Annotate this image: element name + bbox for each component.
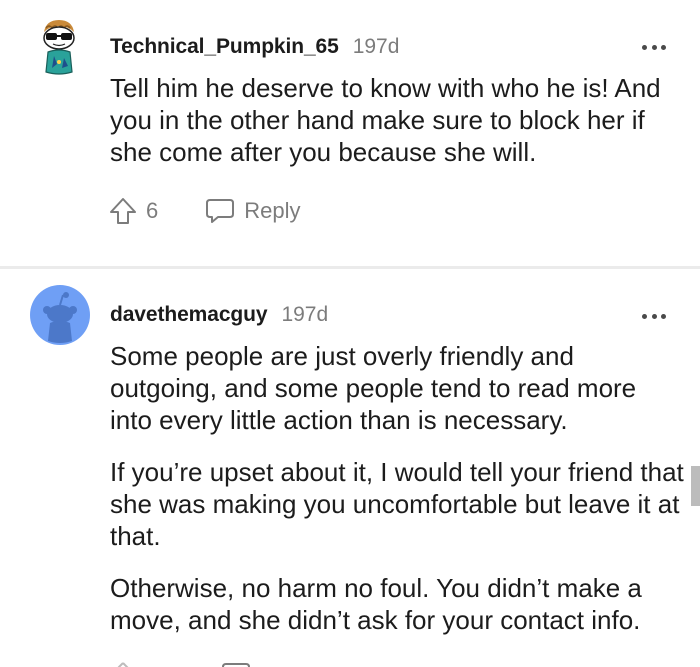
user-avatar[interactable] xyxy=(30,285,92,347)
comment: Technical_Pumpkin_65 197d Tell him he de… xyxy=(0,0,700,266)
username[interactable]: davethemacguy xyxy=(110,303,268,327)
upvote-arrow-icon[interactable] xyxy=(108,196,138,226)
scrollbar-thumb[interactable] xyxy=(691,466,700,506)
reply-button[interactable]: Reply xyxy=(204,196,301,226)
comment-body: Some people are just overly friendly and… xyxy=(110,340,685,656)
comment-paragraph: Some people are just overly friendly and… xyxy=(110,341,637,435)
reply-bubble-icon[interactable] xyxy=(220,660,252,667)
comment-age: 197d xyxy=(352,35,400,58)
snoo-default-avatar xyxy=(30,285,90,345)
comment-meta: Technical_Pumpkin_65 197d xyxy=(110,35,399,59)
comment-divider xyxy=(0,266,700,269)
comment-meta: davethemacguy 197d xyxy=(110,303,328,327)
more-options-icon[interactable] xyxy=(642,43,666,51)
upvote-control[interactable]: 6 xyxy=(108,196,158,226)
comment-thread: Technical_Pumpkin_65 197d Tell him he de… xyxy=(0,0,700,667)
comment-body: Tell him he deserve to know with who he … xyxy=(110,72,685,188)
snoo-sunglasses-avatar xyxy=(43,20,75,75)
comment-actions: 6 Reply xyxy=(108,196,301,226)
comment-age: 197d xyxy=(281,303,329,326)
reply-bubble-icon xyxy=(206,199,235,223)
upvote-arrow-icon[interactable] xyxy=(108,660,138,667)
username[interactable]: Technical_Pumpkin_65 xyxy=(110,35,339,59)
comment-paragraph: Tell him he deserve to know with who he … xyxy=(110,73,661,167)
more-options-icon[interactable] xyxy=(642,312,666,320)
comment-actions xyxy=(108,660,252,667)
comment-paragraph: If you’re upset about it, I would tell y… xyxy=(110,457,684,551)
comment-paragraph: Otherwise, no harm no foul. You didn’t m… xyxy=(110,573,642,635)
reply-label: Reply xyxy=(244,198,301,223)
user-avatar[interactable] xyxy=(28,16,90,78)
vote-count: 6 xyxy=(146,198,159,223)
